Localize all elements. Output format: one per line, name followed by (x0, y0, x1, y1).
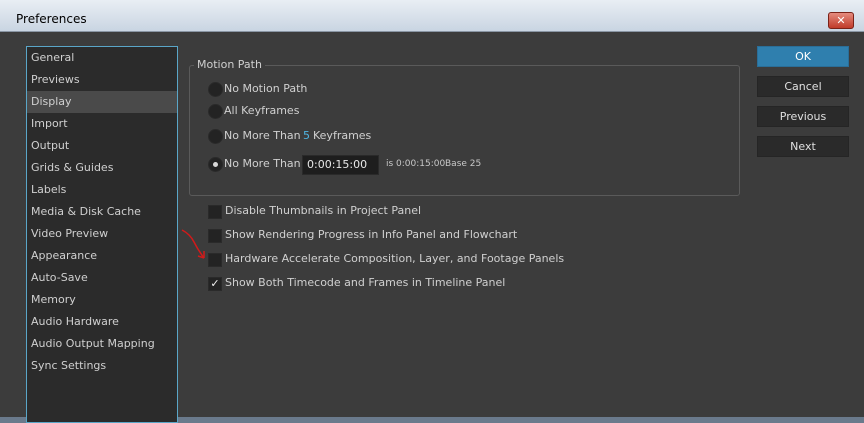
radio-label: No More Than (224, 129, 301, 142)
close-icon: ✕ (836, 14, 846, 27)
sidebar-item-previews[interactable]: Previews (27, 69, 177, 91)
keyframes-suffix: Keyframes (313, 129, 372, 142)
checkbox[interactable] (208, 253, 222, 267)
checkbox[interactable] (208, 229, 222, 243)
checkbox-label: Disable Thumbnails in Project Panel (225, 204, 422, 217)
previous-button[interactable]: Previous (757, 106, 849, 127)
next-button[interactable]: Next (757, 136, 849, 157)
cancel-button[interactable]: Cancel (757, 76, 849, 97)
sidebar-item-output[interactable]: Output (27, 135, 177, 157)
title-bar: Preferences ✕ (0, 0, 864, 32)
checkbox-label: Hardware Accelerate Composition, Layer, … (225, 252, 565, 265)
radio-button[interactable] (208, 104, 223, 119)
radio-button[interactable] (208, 157, 223, 172)
sidebar-item-sync-settings[interactable]: Sync Settings (27, 355, 177, 377)
motion-path-legend: Motion Path (194, 58, 265, 71)
sidebar-item-general[interactable]: General (27, 47, 177, 69)
timecode-info: is 0:00:15:00 (386, 159, 446, 169)
preferences-window: Preferences ✕ General Previews Display I… (0, 0, 864, 423)
category-list: General Previews Display Import Output G… (26, 46, 178, 423)
radio-label: No Motion Path (224, 82, 308, 95)
window-title: Preferences (16, 12, 87, 26)
checkbox-label: Show Rendering Progress in Info Panel an… (225, 228, 518, 241)
checkbox-label: Show Both Timecode and Frames in Timelin… (225, 276, 506, 289)
keyframe-count-scrubber[interactable]: 5 (303, 126, 310, 146)
checkbox[interactable] (208, 205, 222, 219)
base-info: Base 25 (445, 159, 482, 169)
sidebar-item-display[interactable]: Display (27, 91, 177, 113)
sidebar-item-audio-output-mapping[interactable]: Audio Output Mapping (27, 333, 177, 355)
timecode-input[interactable] (302, 155, 379, 175)
sidebar-item-media-disk-cache[interactable]: Media & Disk Cache (27, 201, 177, 223)
close-button[interactable]: ✕ (828, 12, 854, 29)
checkbox[interactable]: ✓ (208, 277, 222, 291)
sidebar-item-import[interactable]: Import (27, 113, 177, 135)
radio-button[interactable] (208, 129, 223, 144)
sidebar-item-video-preview[interactable]: Video Preview (27, 223, 177, 245)
sidebar-item-labels[interactable]: Labels (27, 179, 177, 201)
radio-label: All Keyframes (224, 104, 300, 117)
sidebar-item-appearance[interactable]: Appearance (27, 245, 177, 267)
sidebar-item-audio-hardware[interactable]: Audio Hardware (27, 311, 177, 333)
radio-label: No More Than (224, 157, 301, 170)
sidebar-item-memory[interactable]: Memory (27, 289, 177, 311)
ok-button[interactable]: OK (757, 46, 849, 67)
dialog-content: General Previews Display Import Output G… (0, 32, 864, 423)
sidebar-item-grids-guides[interactable]: Grids & Guides (27, 157, 177, 179)
motion-path-group: Motion Path No Motion Path All Keyframes… (189, 58, 740, 196)
sidebar-item-auto-save[interactable]: Auto-Save (27, 267, 177, 289)
radio-button[interactable] (208, 82, 223, 97)
annotation-arrow-icon (181, 229, 205, 259)
